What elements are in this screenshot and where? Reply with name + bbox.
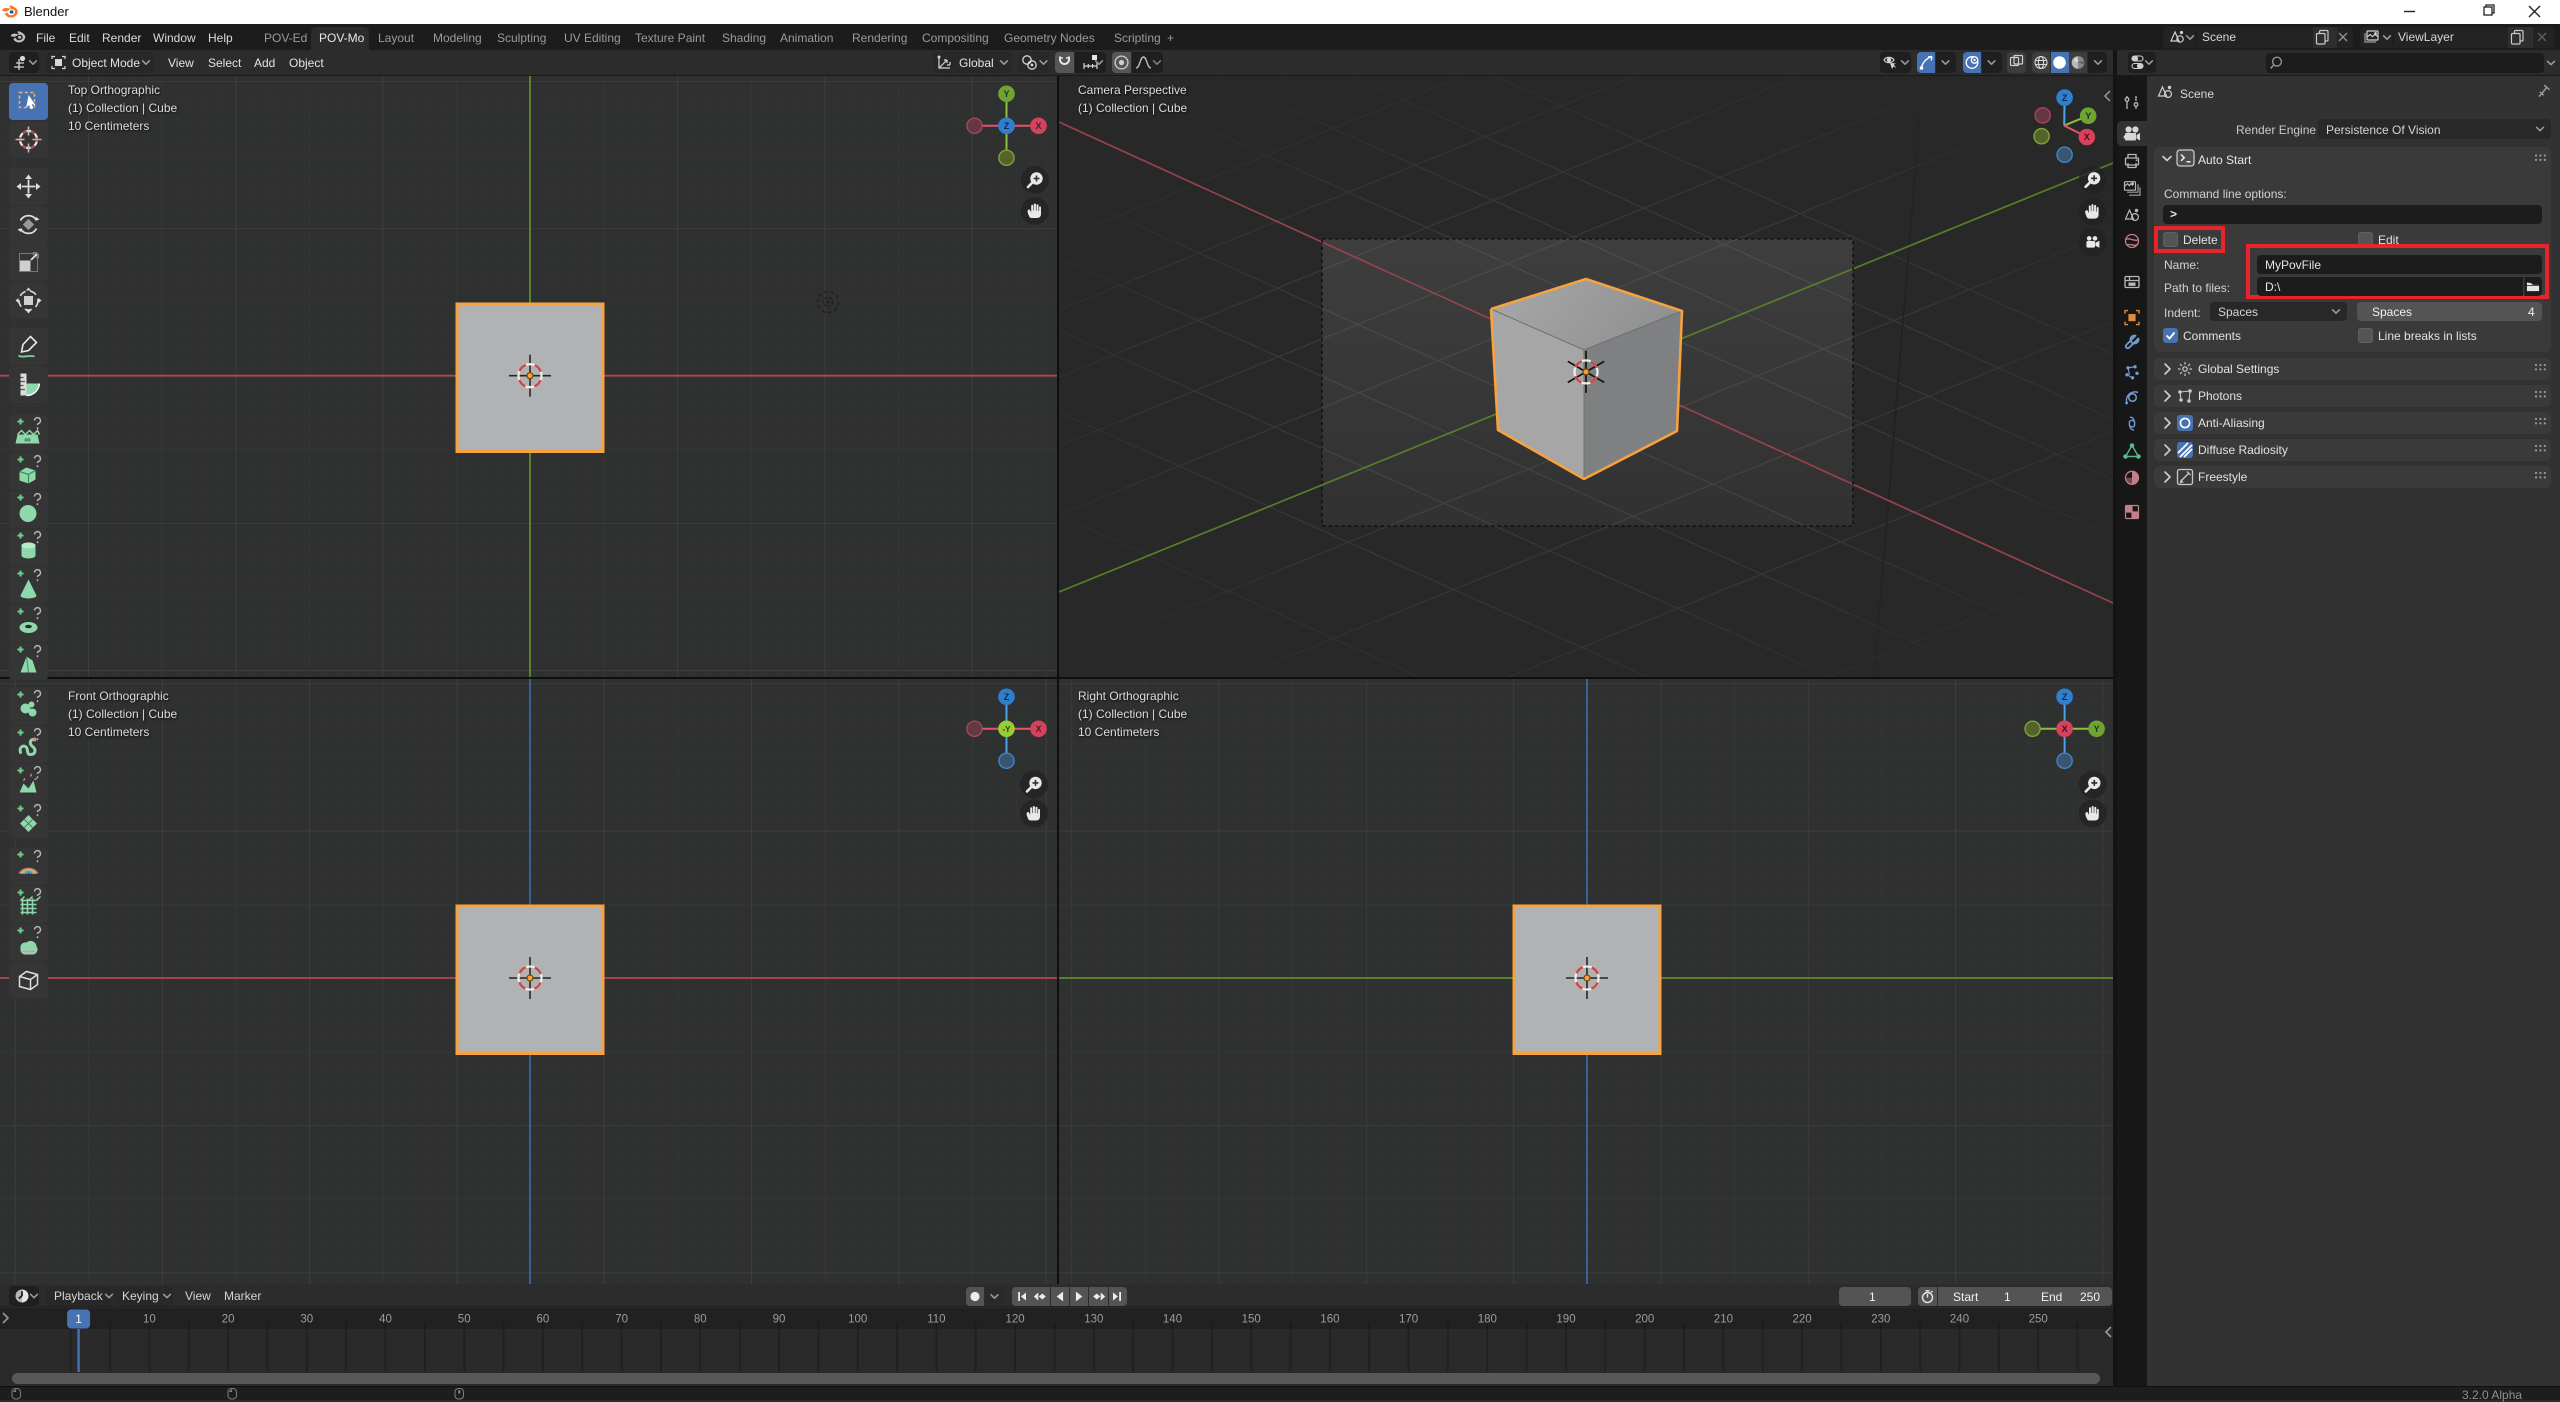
svg-text:Z: Z xyxy=(1004,692,1010,702)
svg-text:Y: Y xyxy=(2094,724,2100,734)
svg-text:Z: Z xyxy=(2062,93,2068,103)
svg-text:Z: Z xyxy=(1004,121,1010,131)
svg-text:X: X xyxy=(1035,724,1041,734)
svg-text:X: X xyxy=(2062,724,2068,734)
svg-text:-Y: -Y xyxy=(1003,725,1012,734)
svg-text:Z: Z xyxy=(2062,692,2068,702)
svg-text:X: X xyxy=(1035,121,1041,131)
svg-text:Y: Y xyxy=(1003,89,1009,99)
svg-text:X: X xyxy=(2084,132,2090,142)
svg-text:Y: Y xyxy=(2085,111,2091,121)
svg-text:∞: ∞ xyxy=(24,435,31,445)
svg-text:1: 1 xyxy=(75,1314,81,1326)
